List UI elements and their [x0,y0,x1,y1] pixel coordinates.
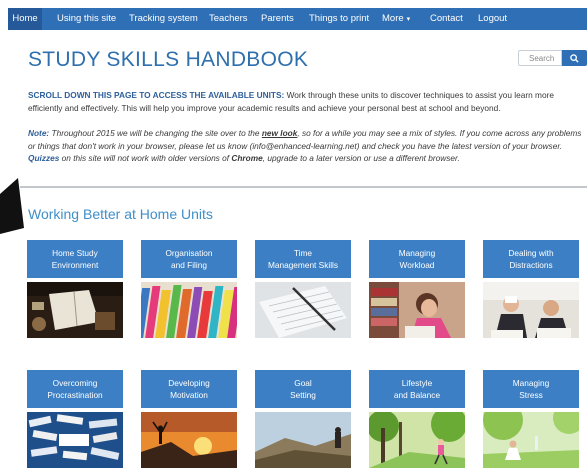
note-text-4: , upgrade to a later version or use a di… [262,153,460,163]
nav-more-label: More [382,13,404,24]
nav-more-dropdown[interactable]: More ▾ [382,8,410,30]
unit-card-overcoming-procrastination[interactable]: Overcoming Procrastination [27,370,123,468]
unit-label: Managing Workload [369,240,465,278]
section-title: Working Better at Home Units [28,206,213,222]
unit-card-managing-workload[interactable]: Managing Workload [369,240,465,338]
unit-card-goal-setting[interactable]: Goal Setting [255,370,351,468]
note-label: Note: [28,128,50,138]
hiker-on-hill-photo [255,412,351,468]
intro-paragraph: SCROLL DOWN THIS PAGE TO ACCESS THE AVAI… [28,89,583,114]
students-in-class-photo [483,282,579,338]
search-icon [570,53,579,63]
desk-with-book-photo [27,282,123,338]
unit-card-organisation[interactable]: Organisation and Filing [141,240,237,338]
note-text-3: on this site will not work with older ve… [59,153,232,163]
quizzes-emphasis: Quizzes [28,153,60,163]
note-paragraph: Note: Throughout 2015 we will be changin… [28,127,583,165]
page-title: STUDY SKILLS HANDBOOK [28,48,309,71]
nav-contact[interactable]: Contact [430,8,463,30]
search-button[interactable] [562,50,587,66]
unit-label: Goal Setting [255,370,351,408]
nav-things-to-print[interactable]: Things to print [309,8,369,30]
meditation-outdoors-photo [483,412,579,468]
unit-label: Dealing with Distractions [483,240,579,278]
unit-label: Developing Motivation [141,370,237,408]
unit-label: Organisation and Filing [141,240,237,278]
student-with-books-photo [369,282,465,338]
planner-and-pen-photo [255,282,351,338]
section-divider [20,186,587,188]
unit-card-dealing-with-distractions[interactable]: Dealing with Distractions [483,240,579,338]
unit-card-lifestyle-and-balance[interactable]: Lifestyle and Balance [369,370,465,468]
search-input[interactable]: Search [518,50,562,66]
new-look-link[interactable]: new look [262,128,298,138]
sunset-summit-photo [141,412,237,468]
nav-using-this-site[interactable]: Using this site [57,8,116,30]
unit-label: Managing Stress [483,370,579,408]
nav-parents[interactable]: Parents [261,8,294,30]
nav-logout[interactable]: Logout [478,8,507,30]
note-text-1: Throughout 2015 we will be changing the … [49,128,262,138]
runner-in-park-photo [369,412,465,468]
procrastination-words-photo [27,412,123,468]
nav-teachers[interactable]: Teachers [209,8,248,30]
unit-card-developing-motivation[interactable]: Developing Motivation [141,370,237,468]
intro-lead: SCROLL DOWN THIS PAGE TO ACCESS THE AVAI… [28,90,285,100]
pointer-arrow-icon [0,178,24,234]
unit-card-time-management[interactable]: Time Management Skills [255,240,351,338]
unit-card-home-study[interactable]: Home Study Environment [27,240,123,338]
unit-card-managing-stress[interactable]: Managing Stress [483,370,579,468]
top-nav-bar: Home Using this site Tracking system Tea… [8,8,587,30]
nav-home[interactable]: Home [8,8,42,30]
chrome-emphasis: Chrome [231,153,263,163]
caret-down-icon: ▾ [406,16,411,23]
unit-label: Lifestyle and Balance [369,370,465,408]
colorful-folders-photo [141,282,237,338]
unit-label: Overcoming Procrastination [27,370,123,408]
nav-tracking-system[interactable]: Tracking system [129,8,198,30]
unit-label: Home Study Environment [27,240,123,278]
unit-label: Time Management Skills [255,240,351,278]
